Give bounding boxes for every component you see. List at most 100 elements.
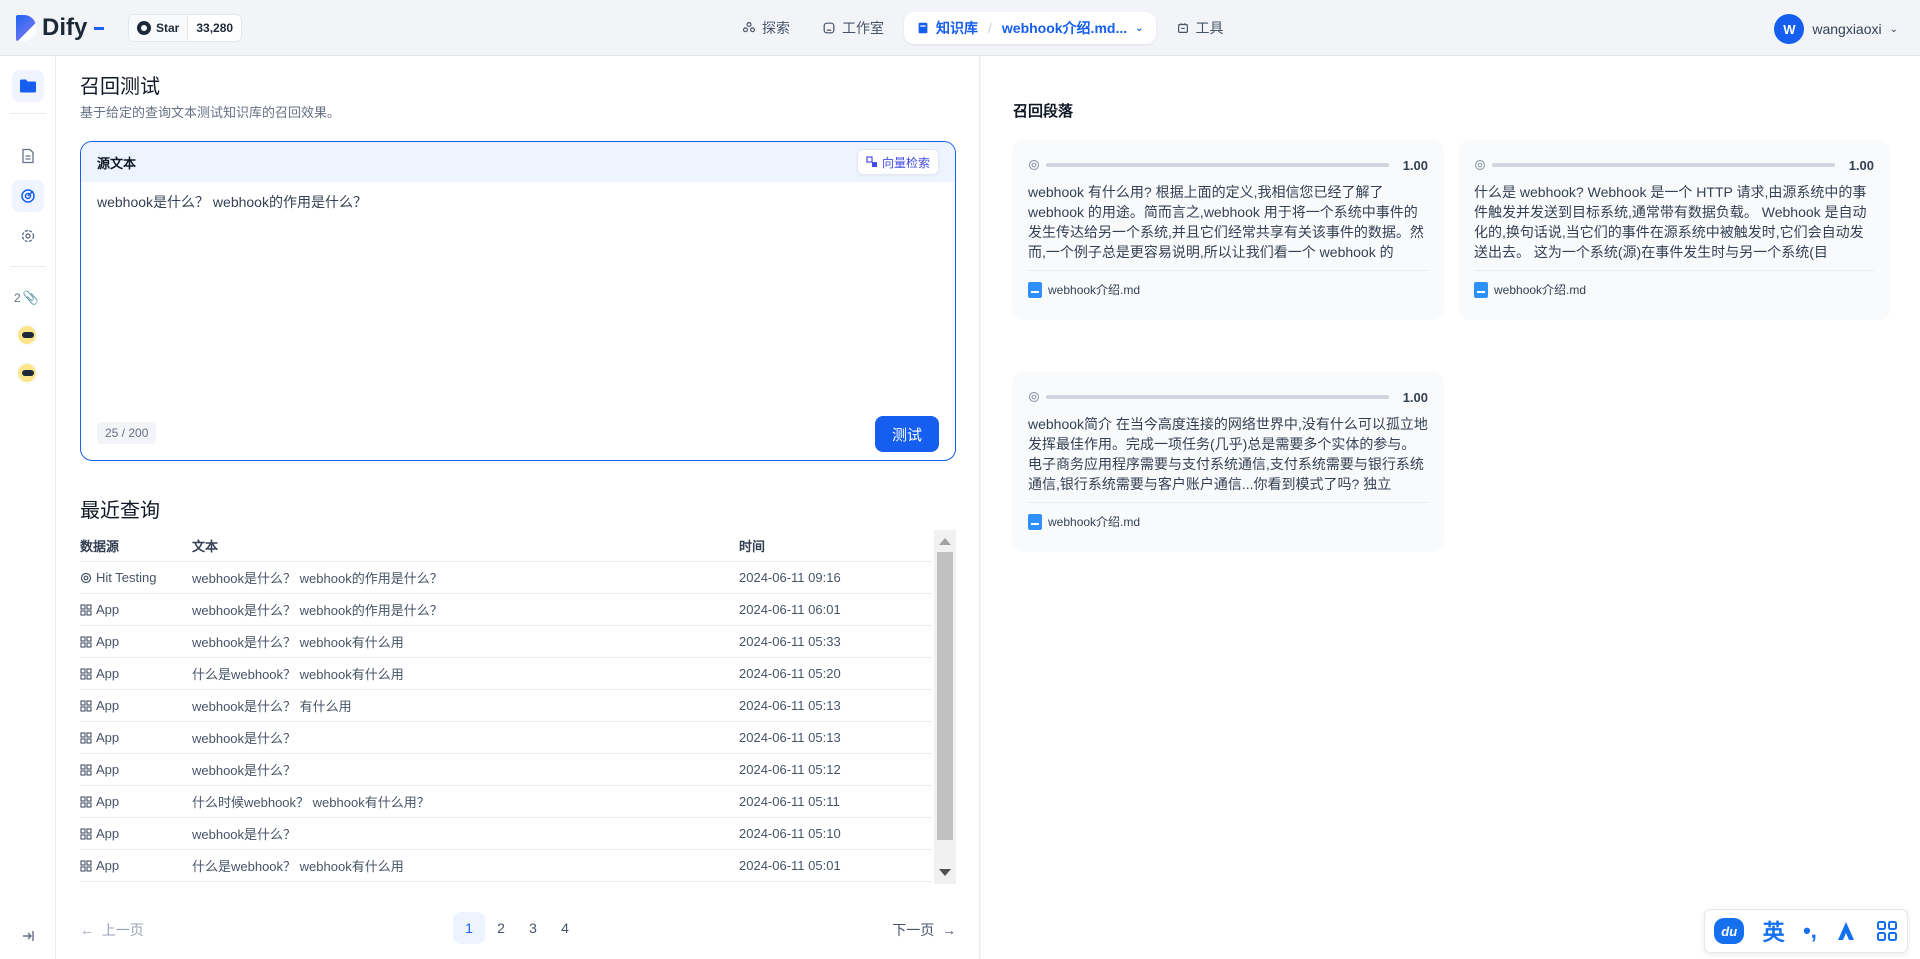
github-star-widget[interactable]: Star 33,280 [128,14,243,42]
row-source: App [80,762,192,777]
dify-logo[interactable]: Dify [16,14,105,42]
app-grid-icon [80,763,92,776]
sidebar-divider [10,266,46,267]
row-text: webhook是什么？ [192,763,297,778]
score-row: 1.00 [1028,156,1428,174]
main-nav: 探索 工作室 知识库 / webhook介绍.md... ⌄ 工具 [730,12,1236,44]
scroll-down-arrow-icon[interactable] [939,869,951,876]
target-icon [80,572,92,583]
page-number[interactable]: 4 [549,912,581,944]
page-number[interactable]: 3 [517,912,549,944]
table-row[interactable]: App 什么时候webhook？ webhook有什么用？ 2024-06-11… [80,786,932,818]
page-number[interactable]: 2 [485,912,517,944]
prev-page-button[interactable]: ← 上一页 [80,920,144,940]
hit-testing-panel: 召回测试 基于给定的查询文本测试知识库的召回效果。 源文本 向量检索 webho… [56,56,980,959]
table-row[interactable]: App 什么是webhook？ webhook有什么用 2024-06-11 0… [80,658,932,690]
nav-explore[interactable]: 探索 [730,12,802,44]
row-time: 2024-06-11 05:33 [739,634,841,649]
top-bar: Dify Star 33,280 探索 工作室 知识库 / webhook介绍.… [0,0,1920,56]
table-row[interactable]: App webhook是什么？ 有什么用 2024-06-11 05:13 [80,690,932,722]
segment-card[interactable]: 1.00 webhook 有什么用? 根据上面的定义,我相信您已经了解了 web… [1012,140,1444,320]
score-bar [1046,395,1389,399]
page-number[interactable]: 1 [453,912,485,944]
linked-app-avatar[interactable] [16,324,38,346]
row-time: 2024-06-11 05:11 [739,794,840,809]
table-row[interactable]: App webhook是什么？ 2024-06-11 05:13 [80,722,932,754]
row-time: 2024-06-11 05:12 [739,762,841,777]
score-bar [1046,163,1389,167]
markdown-file-icon [1028,281,1042,298]
file-name: webhook介绍.md [1048,283,1141,297]
column-time: 时间 [739,539,766,554]
table-scrollbar[interactable] [934,530,956,884]
ime-skin-icon[interactable] [1835,920,1857,942]
segment-text: 什么是 webhook? Webhook 是一个 HTTP 请求,由源系统中的事… [1474,184,1867,260]
table-row[interactable]: Hit Testing webhook是什么？ webhook的作用是什么？ 2… [80,562,932,594]
scroll-thumb[interactable] [937,552,953,840]
table-row[interactable]: App webhook是什么？ webhook有什么用 2024-06-11 0… [80,626,932,658]
sidebar-documents-button[interactable] [12,140,44,172]
row-time: 2024-06-11 06:01 [739,602,841,617]
nav-tools[interactable]: 工具 [1164,12,1236,44]
sidebar-settings-button[interactable] [12,220,44,252]
nav-knowledge-label: 知识库 [936,20,978,36]
row-time: 2024-06-11 05:13 [739,698,841,713]
ime-toolbar[interactable]: du 英 •, [1704,909,1908,953]
next-page-button[interactable]: 下一页 → [892,920,956,940]
nav-knowledge[interactable]: 知识库 / webhook介绍.md... ⌄ [904,12,1156,44]
row-source: App [80,826,192,841]
retrieval-mode-button[interactable]: 向量检索 [856,149,939,175]
brand-name: Dify [42,14,88,41]
sidebar-divider [10,113,46,114]
table-row[interactable]: App webhook是什么？ 2024-06-11 05:10 [80,818,932,850]
test-button[interactable]: 测试 [875,416,939,452]
score-bar [1492,163,1835,167]
nav-explore-label: 探索 [762,20,790,36]
nav-studio[interactable]: 工作室 [810,12,896,44]
row-source-label: App [96,794,120,809]
app-grid-icon [80,859,92,872]
row-source-label: App [96,762,120,777]
nav-studio-label: 工作室 [842,20,884,36]
row-time: 2024-06-11 09:16 [739,570,841,585]
github-star-button[interactable]: Star [129,15,189,41]
avatar: W [1774,14,1805,44]
linked-app-avatar[interactable] [16,362,38,384]
explore-icon [742,21,756,33]
segment-text: webhook 有什么用? 根据上面的定义,我相信您已经了解了 webhook … [1028,184,1424,260]
segment-card[interactable]: 1.00 webhook简介 在当今高度连接的网络世界中,没有什么可以孤立地发挥… [1012,372,1444,552]
collapse-sidebar-button[interactable] [12,920,44,952]
github-star-count[interactable]: 33,280 [188,15,241,41]
ime-logo[interactable]: du [1714,918,1745,944]
row-source: App [80,730,192,745]
ime-punctuation-toggle[interactable]: •, [1803,918,1817,944]
row-source: App [80,794,192,809]
table-row[interactable]: App webhook是什么？ 2024-06-11 05:12 [80,754,932,786]
tools-icon [1177,23,1188,33]
table-row[interactable]: App 什么是webhook？ webhook有什么用 2024-06-11 0… [80,850,932,882]
recent-queries-table: 数据源 文本 时间 Hit Testing webhook是什么？ webhoo… [80,530,956,884]
collapse-icon [23,931,34,941]
logo-dot [94,26,105,30]
studio-icon [823,22,835,34]
ime-menu-grid-icon[interactable] [1876,920,1898,942]
scroll-up-arrow-icon[interactable] [939,538,951,545]
score-row: 1.00 [1028,388,1428,406]
segment-card[interactable]: 1.00 什么是 webhook? Webhook 是一个 HTTP 请求,由源… [1458,140,1890,320]
query-textarea[interactable]: webhook是什么？ webhook的作用是什么？ [97,192,367,212]
pagination: ← 上一页 1 2 3 4 下一页 → [80,912,956,944]
sidebar-hit-testing-button[interactable] [12,180,44,212]
row-source: App [80,634,192,649]
row-source-label: App [96,634,120,649]
logo-mark-icon [16,15,36,41]
prev-page-label: 上一页 [101,922,144,938]
dataset-folder-button[interactable] [12,70,44,102]
page-title: 召回测试 [80,76,160,98]
user-menu[interactable]: W wangxiaoxi ⌄ [1774,14,1898,44]
table-row[interactable]: App webhook是什么？ webhook的作用是什么？ 2024-06-1… [80,594,932,626]
row-text: webhook是什么？ webhook的作用是什么？ [192,603,443,618]
target-icon [1028,159,1040,171]
dataset-selector[interactable]: webhook介绍.md... [1002,18,1127,38]
row-time: 2024-06-11 05:20 [739,666,841,681]
ime-language-toggle[interactable]: 英 [1763,915,1785,947]
